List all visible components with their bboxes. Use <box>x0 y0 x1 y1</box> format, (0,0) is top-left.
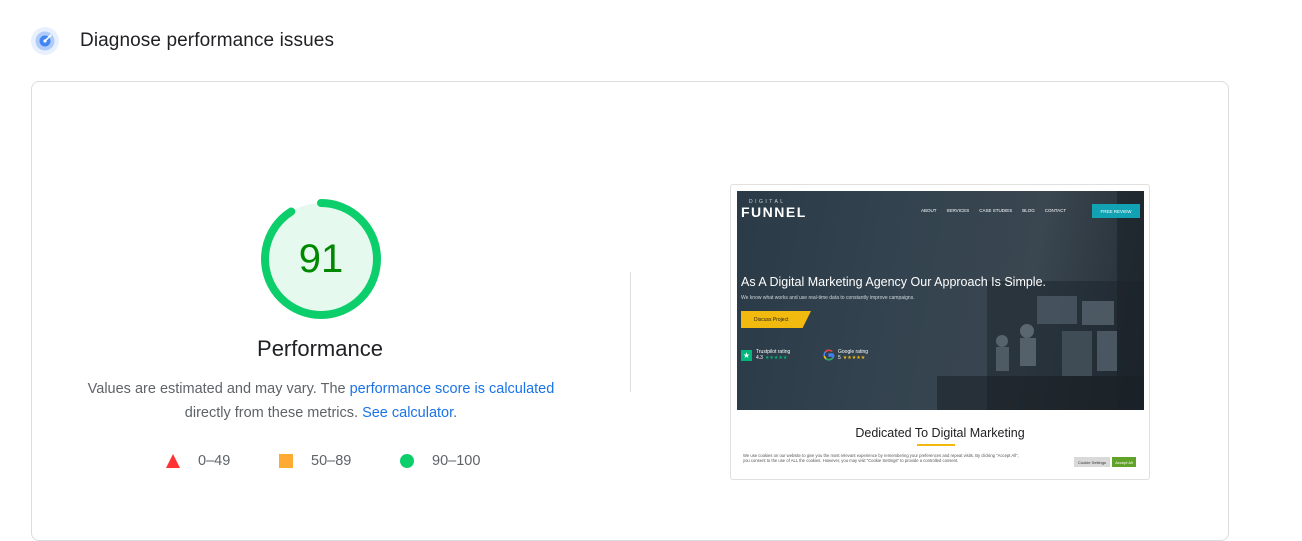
average-square-icon <box>279 454 293 468</box>
nav-about: ABOUT <box>921 208 937 213</box>
performance-score-value: 91 <box>298 236 344 281</box>
score-description: Values are estimated and may vary. The p… <box>60 377 582 425</box>
description-text-2: directly from these metrics. <box>184 405 363 421</box>
section-header: Diagnose performance issues <box>30 26 334 56</box>
site-nav: ABOUT SERVICES CASE STUDIES BLOG CONTACT <box>921 208 1066 213</box>
legend-average: 50–89 <box>279 452 351 470</box>
google-rating: Google rating 5 ★★★★★ <box>823 349 868 361</box>
screenshot-hero: DIGITAL FUNNEL ABOUT SERVICES CASE STUDI… <box>737 191 1144 410</box>
nav-services: SERVICES <box>946 208 970 213</box>
legend-pass-range: 90–100 <box>432 453 481 469</box>
final-screenshot[interactable]: DIGITAL FUNNEL ABOUT SERVICES CASE STUDI… <box>730 184 1150 480</box>
hero-headline: As A Digital Marketing Agency Our Approa… <box>741 275 1047 289</box>
google-stars-icon: ★★★★★ <box>842 355 866 361</box>
vertical-divider <box>630 272 631 392</box>
see-calculator-link[interactable]: See calculator <box>362 405 453 421</box>
pass-circle-icon <box>400 454 414 468</box>
performance-score-link[interactable]: performance score is calculated <box>350 381 555 397</box>
legend-average-range: 50–89 <box>311 453 352 469</box>
performance-score-gauge[interactable]: 91 <box>259 197 383 321</box>
section-title: Diagnose performance issues <box>80 30 335 51</box>
trustpilot-rating: ★ Trustpilot rating 4.3 ★★★★★ <box>741 349 790 361</box>
legend-fail-range: 0–49 <box>198 453 231 469</box>
hero-subheadline: We know what works and use real-time dat… <box>741 295 915 301</box>
legend-fail: 0–49 <box>166 452 230 470</box>
performance-label: Performance <box>257 336 383 361</box>
google-rating-score: 5 <box>838 355 841 361</box>
fail-triangle-icon <box>166 454 180 468</box>
heading-underline <box>917 444 955 446</box>
description-period: . <box>453 405 458 421</box>
nav-blog: BLOG <box>1022 208 1035 213</box>
nav-case-studies: CASE STUDIES <box>979 208 1013 213</box>
description-text-1: Values are estimated and may vary. The <box>87 381 350 397</box>
trustpilot-stars-icon: ★★★★★ <box>764 355 788 361</box>
cookie-notice-text: We use cookies on our website to give yo… <box>743 453 1019 463</box>
site-logo: FUNNEL <box>741 204 807 220</box>
performance-gauge-icon <box>31 27 59 55</box>
legend-pass: 90–100 <box>400 452 480 470</box>
cookie-accept-button: Accept All <box>1112 457 1136 467</box>
free-review-button: FREE REVIEW <box>1092 204 1140 218</box>
google-logo-icon <box>823 349 835 361</box>
trustpilot-score: 4.3 <box>756 355 763 361</box>
nav-contact: CONTACT <box>1044 208 1067 213</box>
site-section-heading: Dedicated To Digital Marketing <box>855 426 1025 440</box>
discuss-project-button: Discuss Project <box>741 311 811 328</box>
trustpilot-star-icon: ★ <box>741 349 752 361</box>
cookie-settings-button: Cookie Settings <box>1074 457 1110 467</box>
